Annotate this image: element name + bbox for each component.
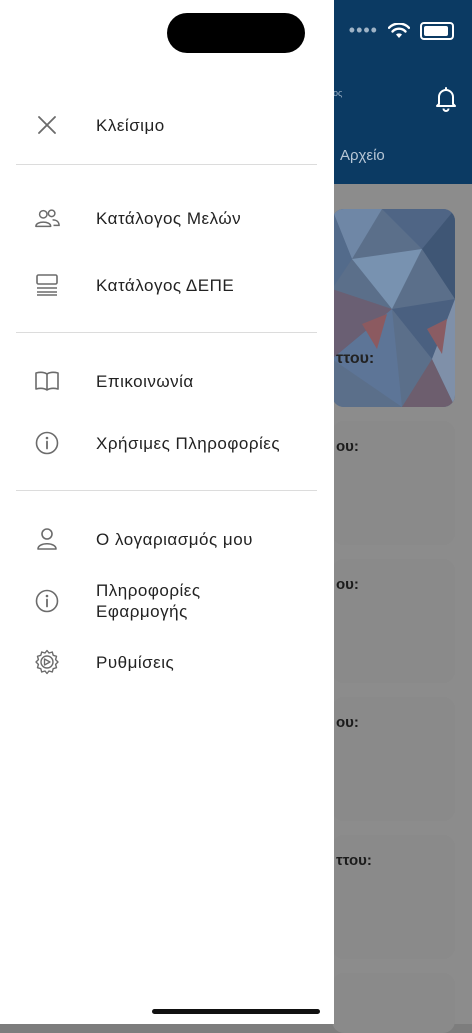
info-icon (34, 588, 60, 614)
close-label: Κλείσιμο (96, 116, 165, 135)
menu-item-label: Ο λογαριασμός μου (96, 530, 253, 549)
battery-icon (420, 21, 454, 40)
list-card-text: ου: (336, 714, 359, 731)
header-small-text: ος (333, 88, 343, 98)
menu-item-label: Ρυθμίσεις (96, 653, 175, 672)
list-card[interactable] (332, 973, 455, 1033)
list-card-text: ου: (336, 438, 359, 455)
gear-icon (34, 649, 60, 675)
list-card-text: ου: (336, 576, 359, 593)
menu-item-label: Χρήσιμες Πληροφορίες (96, 434, 281, 453)
list-icon (34, 272, 60, 298)
hero-text: ττου: (336, 350, 375, 367)
info-icon (34, 430, 60, 456)
menu-item-label: Πληροφορίες Εφαρμογής (96, 581, 201, 621)
hero-card[interactable] (332, 209, 455, 407)
list-card-text: ττου: (336, 852, 372, 869)
status-bar: •••• (349, 20, 454, 41)
menu-item-label: Επικοινωνία (96, 372, 194, 391)
wifi-icon (388, 22, 410, 38)
tab-archive[interactable]: Αρχείο (340, 147, 385, 164)
book-icon (34, 368, 60, 394)
divider (16, 490, 317, 491)
menu-item-contact[interactable]: Επικοινωνία (0, 359, 334, 403)
members-icon (34, 205, 60, 231)
divider (16, 164, 317, 165)
dynamic-island (167, 13, 305, 53)
menu-item-settings[interactable]: Ρυθμίσεις (0, 640, 334, 684)
pattern-graphic (332, 209, 455, 407)
divider (16, 332, 317, 333)
home-indicator (152, 1009, 320, 1014)
menu-item-useful-info[interactable]: Χρήσιμες Πληροφορίες (0, 421, 334, 465)
menu-item-members[interactable]: Κατάλογος Μελών (0, 196, 334, 240)
close-menu-button[interactable]: Κλείσιμο (0, 103, 334, 147)
menu-item-label: Κατάλογος Μελών (96, 209, 242, 228)
signal-dots: •••• (348, 20, 378, 40)
user-icon (34, 526, 60, 552)
menu-item-label: Κατάλογος ΔΕΠΕ (96, 276, 235, 295)
menu-item-depe-list[interactable]: Κατάλογος ΔΕΠΕ (0, 263, 334, 307)
close-icon (34, 112, 60, 138)
bell-icon[interactable] (434, 86, 458, 112)
menu-item-app-info[interactable]: Πληροφορίες Εφαρμογής (0, 578, 334, 624)
menu-item-my-account[interactable]: Ο λογαριασμός μου (0, 517, 334, 561)
navigation-drawer: Κλείσιμο Κατάλογος Μελών Κατάλογος ΔΕΠΕ (0, 0, 334, 1024)
